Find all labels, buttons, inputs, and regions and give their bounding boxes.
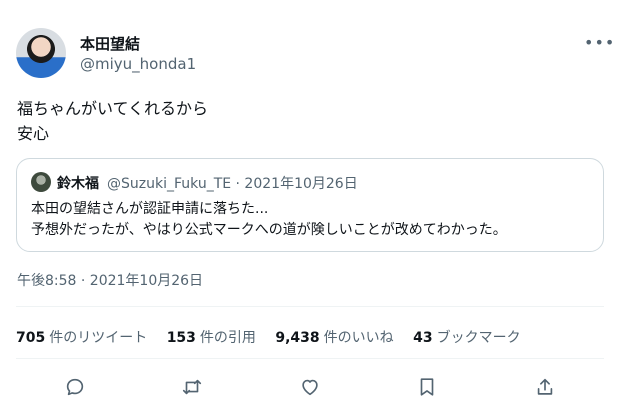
tweet-text: 福ちゃんがいてくれるから 安心: [17, 96, 208, 146]
tweet-card: 本田望結 @miyu_honda1 ••• 福ちゃんがいてくれるから 安心 鈴木…: [0, 0, 620, 413]
like-count[interactable]: 9,438 件のいいね: [275, 327, 393, 347]
bookmark-count[interactable]: 43 ブックマーク: [413, 327, 520, 347]
stats-row: 705 件のリツイート 153 件の引用 9,438 件のいいね 43 ブックマーク: [16, 327, 536, 347]
quote-avatar: [31, 172, 51, 192]
tweet-text-line: 安心: [17, 124, 50, 143]
more-icon[interactable]: •••: [584, 33, 615, 52]
quoted-tweet[interactable]: 鈴木福 @Suzuki_Fuku_TE · 2021年10月26日 本田の望結さ…: [16, 158, 604, 252]
bookmark-icon[interactable]: [412, 372, 442, 402]
quote-text-line: 予想外だったが、やはり公式マークへの道が険しいことが改めてわかった。: [31, 222, 507, 238]
like-count-num: 9,438: [275, 330, 320, 346]
bookmark-count-num: 43: [413, 330, 433, 346]
quote-count[interactable]: 153 件の引用: [167, 327, 256, 347]
divider: [16, 306, 604, 307]
like-icon[interactable]: [295, 372, 325, 402]
share-icon[interactable]: [530, 372, 560, 402]
bookmark-count-label: ブックマーク: [436, 330, 521, 346]
quote-text-line: 本田の望結さんが認証申請に落ちた...: [31, 201, 269, 217]
quote-display-name: 鈴木福: [57, 176, 99, 192]
like-count-label: 件のいいね: [323, 330, 394, 346]
retweet-icon[interactable]: [177, 372, 207, 402]
quote-text: 本田の望結さんが認証申請に落ちた... 予想外だったが、やはり公式マークへの道が…: [31, 199, 507, 241]
display-name[interactable]: 本田望結: [80, 33, 140, 54]
quote-meta: @Suzuki_Fuku_TE · 2021年10月26日: [107, 176, 358, 192]
action-bar: [0, 372, 620, 402]
quote-count-label: 件の引用: [199, 330, 256, 346]
reply-icon[interactable]: [60, 372, 90, 402]
avatar[interactable]: [16, 28, 66, 78]
retweet-count-label: 件のリツイート: [49, 330, 148, 346]
retweet-count-num: 705: [16, 330, 46, 346]
quote-count-num: 153: [166, 330, 196, 346]
timestamp[interactable]: 午後8:58 · 2021年10月26日: [17, 270, 203, 290]
retweet-count[interactable]: 705 件のリツイート: [16, 327, 147, 347]
handle[interactable]: @miyu_honda1: [80, 55, 196, 73]
tweet-text-line: 福ちゃんがいてくれるから: [17, 99, 209, 118]
divider: [16, 358, 604, 359]
